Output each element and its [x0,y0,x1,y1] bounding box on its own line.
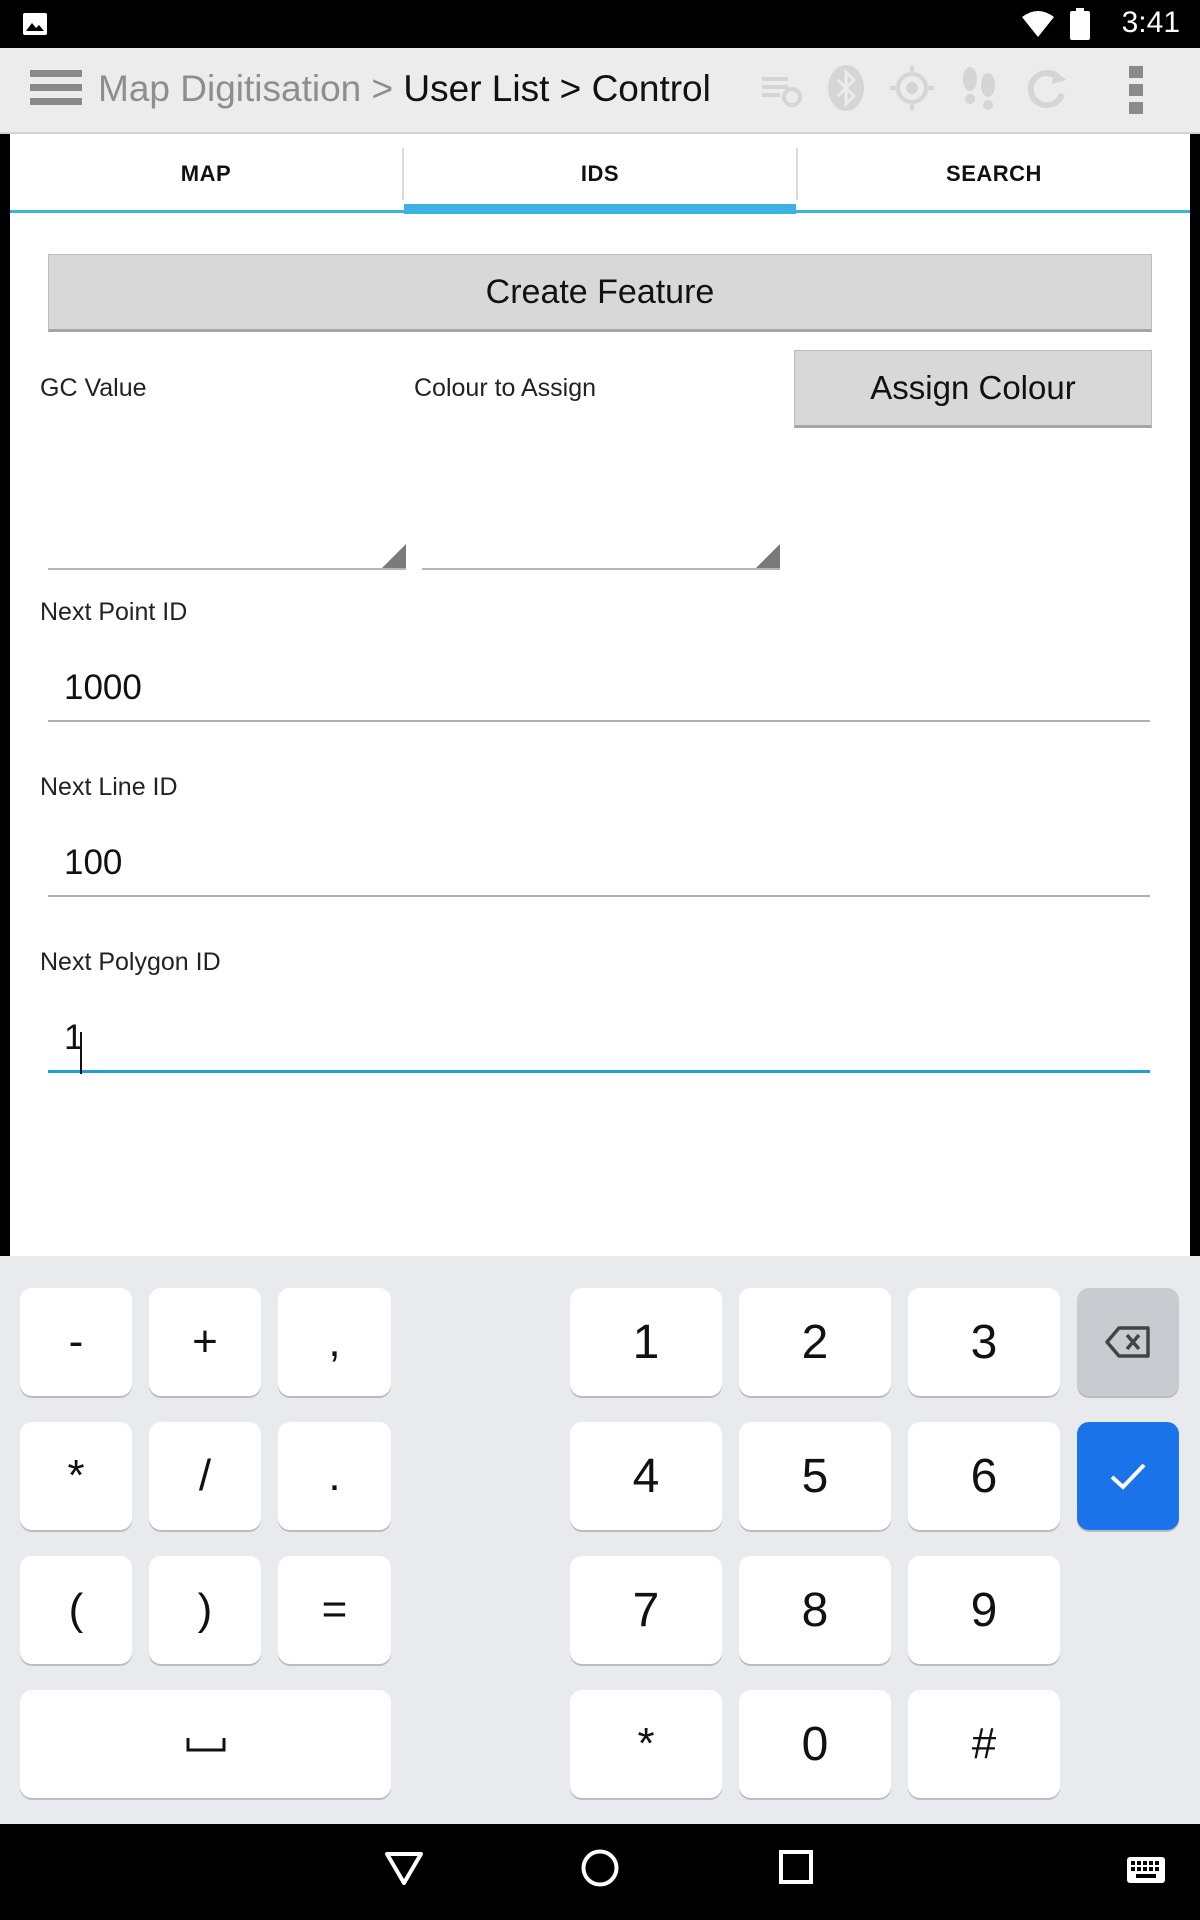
recents-icon[interactable] [779,1850,813,1889]
key-hash[interactable]: # [908,1690,1060,1798]
ids-form: Create Feature GC Value Colour to Assign… [10,214,1190,1256]
key-period[interactable]: . [278,1422,391,1530]
sync-list-icon[interactable] [760,67,802,114]
key-3[interactable]: 3 [908,1288,1060,1396]
key-1[interactable]: 1 [570,1288,722,1396]
key-minus[interactable]: - [20,1288,132,1396]
tab-ids[interactable]: IDS [404,134,796,214]
overflow-menu-icon[interactable] [1126,62,1146,118]
assign-colour-button[interactable]: Assign Colour [794,350,1152,428]
key-slash[interactable]: / [149,1422,261,1530]
key-2[interactable]: 2 [739,1288,891,1396]
key-8[interactable]: 8 [739,1556,891,1664]
next-point-id-input[interactable] [48,660,1182,716]
back-icon[interactable] [384,1850,424,1891]
dropdown-arrow-icon [382,544,406,568]
enter-key[interactable] [1077,1422,1179,1530]
dropdown-arrow-icon [756,544,780,568]
key-star[interactable]: * [570,1690,722,1798]
gc-value-label: GC Value [40,374,147,402]
tab-active-indicator [404,204,796,214]
next-polygon-id-label: Next Polygon ID [40,948,221,976]
key-0[interactable]: 0 [739,1690,891,1798]
key-paren-open[interactable]: ( [20,1556,132,1664]
action-bar: Map Digitisation > User List > Control [0,48,1200,134]
breadcrumb-root[interactable]: Map Digitisation [98,68,361,109]
navigation-bar [0,1824,1200,1920]
tab-bar: MAP IDS SEARCH [10,134,1190,214]
breadcrumb-current: Control [591,68,711,109]
wifi-icon [1020,9,1056,44]
menu-icon[interactable] [30,68,82,108]
colour-to-assign-label: Colour to Assign [414,374,597,402]
status-time: 3:41 [1121,6,1180,39]
numeric-keyboard: - + , * / . ( ) = 1 2 3 4 5 6 7 8 9 * 0 … [0,1256,1200,1824]
next-polygon-id-field[interactable] [48,1010,1182,1073]
next-point-id-label: Next Point ID [40,598,188,626]
key-plus[interactable]: + [149,1288,261,1396]
backspace-key[interactable] [1077,1288,1179,1396]
create-feature-button[interactable]: Create Feature [48,254,1152,332]
home-icon[interactable] [580,1848,620,1893]
space-bar-icon [186,1738,225,1752]
battery-icon [1070,8,1090,45]
refresh-icon[interactable] [1024,66,1068,115]
footsteps-icon[interactable] [958,65,1000,116]
tab-map[interactable]: MAP [10,134,402,214]
key-9[interactable]: 9 [908,1556,1060,1664]
bluetooth-icon[interactable] [826,64,866,117]
key-paren-close[interactable]: ) [149,1556,261,1664]
next-line-id-input[interactable] [48,835,1182,891]
gc-value-dropdown[interactable] [48,528,406,570]
backspace-icon [1105,1326,1150,1358]
key-equals[interactable]: = [278,1556,391,1664]
key-7[interactable]: 7 [570,1556,722,1664]
key-6[interactable]: 6 [908,1422,1060,1530]
key-5[interactable]: 5 [739,1422,891,1530]
breadcrumb: Map Digitisation > User List > Control [98,68,711,110]
tab-search[interactable]: SEARCH [798,134,1190,214]
keyboard-switch-icon[interactable] [1126,1856,1166,1889]
gallery-notification-icon [22,12,48,41]
gps-target-icon[interactable] [890,66,934,115]
next-point-id-field[interactable] [48,660,1182,722]
status-bar: 3:41 [0,0,1200,48]
breadcrumb-separator: > [549,68,592,109]
colour-dropdown[interactable] [422,528,780,570]
key-4[interactable]: 4 [570,1422,722,1530]
next-line-id-label: Next Line ID [40,773,178,801]
key-comma[interactable]: , [278,1288,391,1396]
text-cursor [80,1032,82,1074]
next-polygon-id-input[interactable] [48,1010,1182,1066]
key-space[interactable] [20,1690,391,1798]
breadcrumb-user-list[interactable]: User List [403,68,549,109]
next-line-id-field[interactable] [48,835,1182,897]
breadcrumb-separator: > [361,68,404,109]
key-multiply[interactable]: * [20,1422,132,1530]
checkmark-icon [1110,1463,1146,1490]
